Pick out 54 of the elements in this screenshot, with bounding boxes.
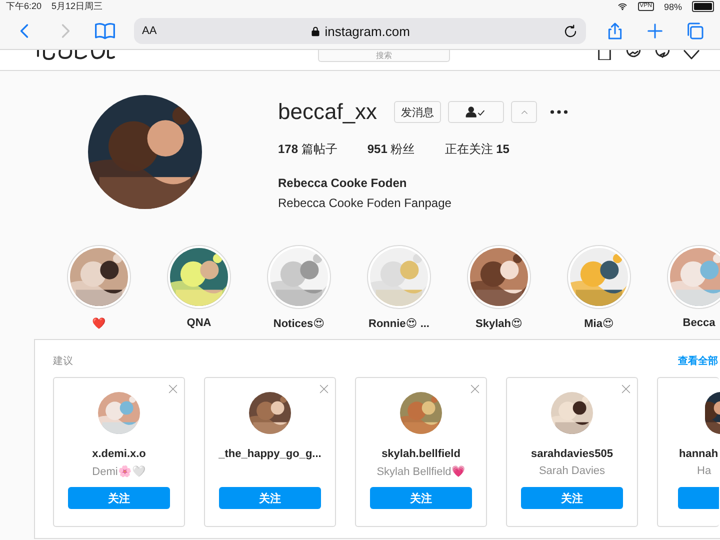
highlight-label: Ronnie😍 ... (368, 317, 430, 330)
profile-username: beccaf_xx (278, 99, 378, 125)
wifi-icon (616, 2, 628, 11)
close-button[interactable] (470, 384, 480, 394)
messenger-icon (625, 50, 642, 60)
text-size-button[interactable]: AA (142, 25, 157, 37)
battery-icon (692, 1, 714, 12)
status-date: 5月12日周三 (52, 0, 103, 13)
home-icon (596, 50, 613, 60)
suggestion-username[interactable]: hannah (679, 448, 718, 460)
more-icon (550, 109, 568, 115)
suggestion-username[interactable]: sarahdavies505 (531, 448, 613, 460)
compass-icon (654, 50, 671, 60)
close-button[interactable] (621, 384, 631, 394)
tabs-icon (685, 21, 705, 41)
profile-stat[interactable]: 951 粉丝 (367, 141, 415, 158)
profile-stat[interactable]: 正在关注 15 (444, 141, 510, 158)
suggestion-full-name: Ha (696, 465, 712, 478)
message-button[interactable]: 发消息 (394, 101, 442, 123)
battery-percent: 98% (664, 2, 682, 12)
following-button[interactable] (448, 101, 504, 123)
lock-icon (310, 26, 321, 36)
suggestions-title: 建议 (53, 354, 73, 368)
address-bar[interactable]: AA instagram.com (134, 18, 586, 44)
status-time: 下午6:20 (6, 0, 42, 13)
suggestion-full-name: Sarah Davies (538, 465, 606, 478)
search-field[interactable]: 搜索 (318, 50, 450, 62)
suggestion-username[interactable]: _the_happy_go_g... (218, 448, 322, 460)
suggestion-full-name: Skylah Bellfield💗 (376, 465, 466, 478)
highlight-label: ❤ (92, 317, 106, 330)
logo-icon (36, 50, 116, 60)
person-check-icon (465, 106, 488, 118)
close-button[interactable] (168, 384, 178, 394)
close-button[interactable] (319, 384, 329, 394)
close-icon (470, 384, 480, 394)
profile-bio: Rebecca Cooke Foden Fanpage (278, 196, 452, 210)
highlight-label: Notices😍 (273, 317, 325, 330)
close-icon (621, 384, 631, 394)
close-icon (319, 384, 329, 394)
book-icon (94, 20, 116, 42)
highlight-label: QNA (186, 317, 212, 329)
reload-icon (563, 24, 578, 38)
url-text: instagram.com (324, 24, 410, 38)
suggestions-toggle-button[interactable] (511, 101, 538, 123)
highlight-label: Skylah😍 (476, 317, 522, 330)
suggestion-username[interactable]: x.demi.x.o (92, 448, 146, 460)
suggestion-full-name: Demi🌸🤍 (92, 465, 146, 478)
highlight-label: Mia😍 (584, 317, 614, 330)
suggestion-username[interactable]: skylah.bellfield (382, 448, 460, 460)
profile-stat[interactable]: 178 篇帖子 (278, 141, 338, 158)
profile-full-name: Rebecca Cooke Foden (278, 176, 408, 190)
close-icon (168, 384, 178, 394)
highlight-label: Becca (682, 317, 716, 329)
plus-icon (645, 21, 665, 41)
